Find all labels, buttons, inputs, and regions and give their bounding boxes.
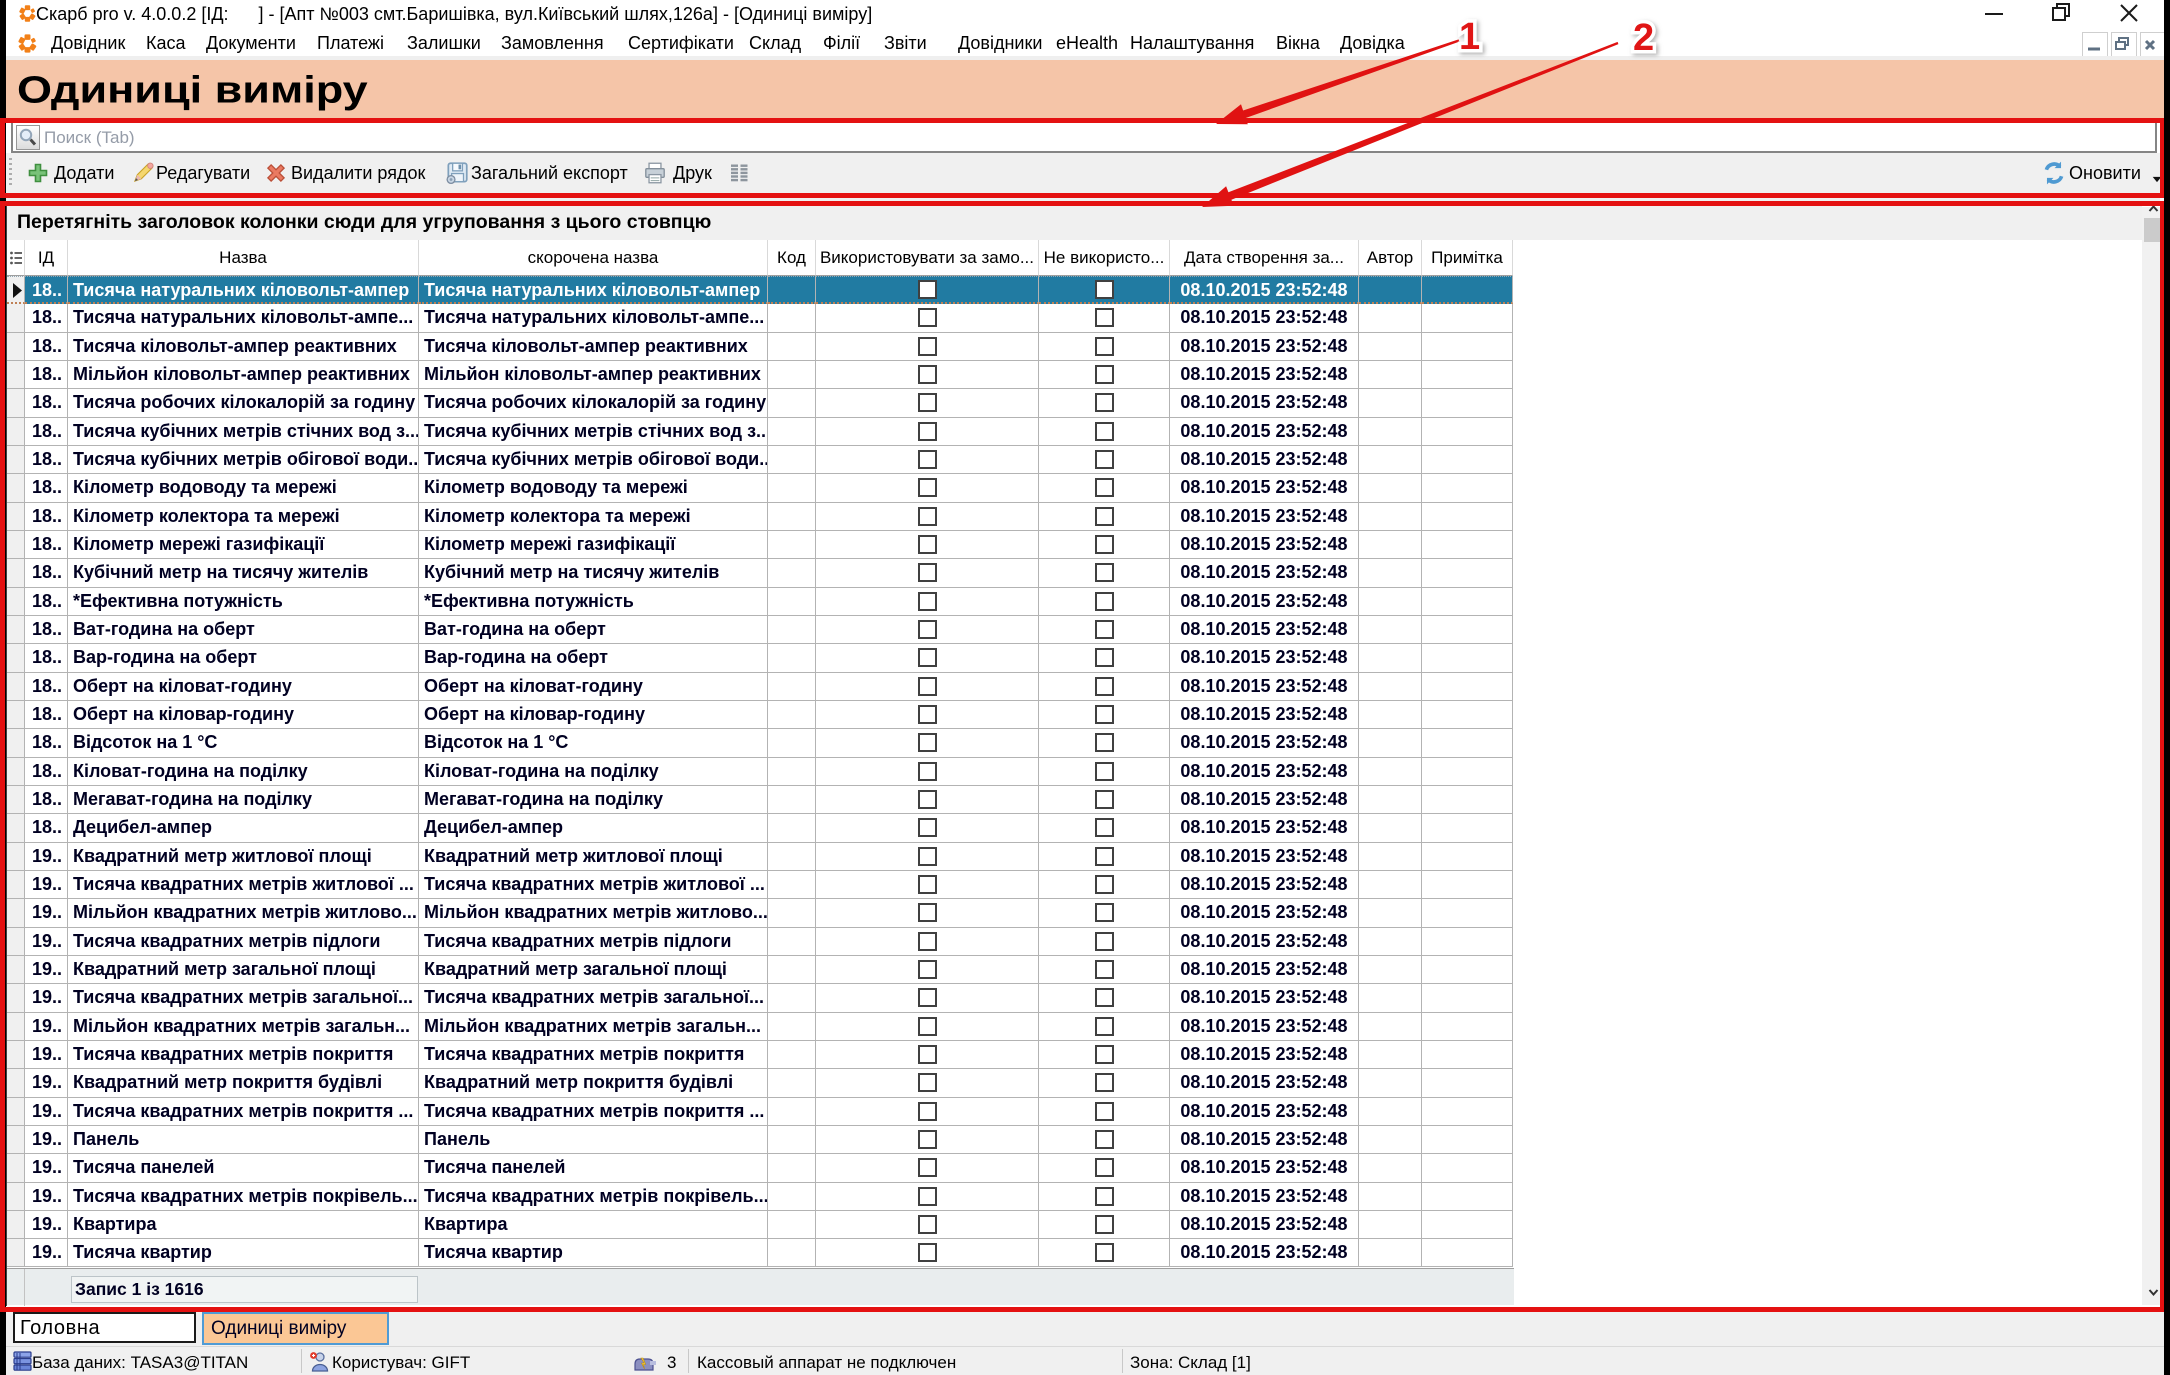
svg-text:2: 2	[1633, 17, 1654, 59]
svg-text:1: 1	[1459, 16, 1480, 58]
